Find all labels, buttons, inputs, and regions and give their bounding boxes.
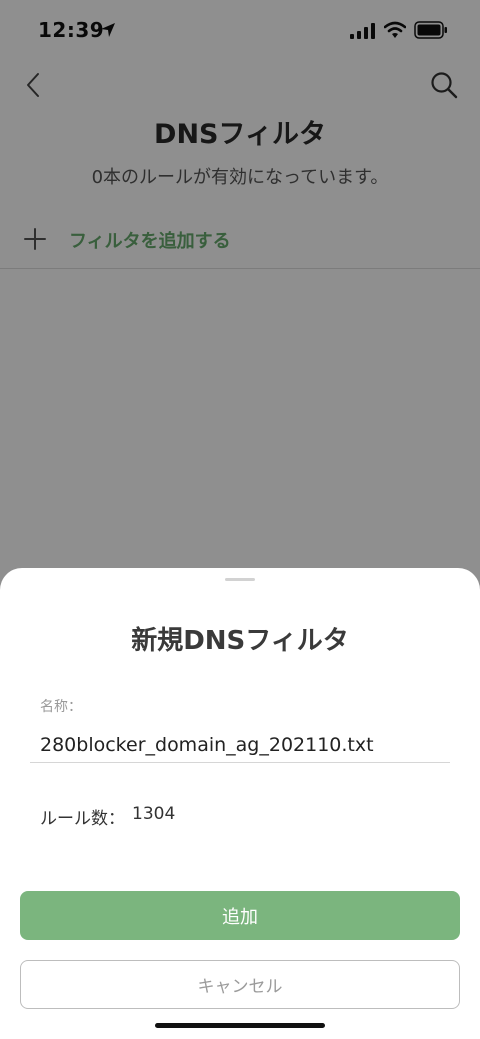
rule-count-value: 1304 bbox=[132, 804, 176, 824]
sheet-grabber[interactable] bbox=[225, 578, 255, 581]
name-field-underline bbox=[30, 762, 450, 763]
new-dns-filter-sheet: 新規DNSフィルタ 名称： 280blocker_domain_ag_20211… bbox=[0, 568, 480, 1039]
add-button[interactable]: 追加 bbox=[20, 891, 460, 940]
name-label: 名称： bbox=[40, 699, 82, 715]
rule-count-label: ルール数： bbox=[40, 809, 125, 829]
cancel-button[interactable]: キャンセル bbox=[20, 960, 460, 1009]
name-field[interactable]: 280blocker_domain_ag_202110.txt bbox=[40, 734, 374, 756]
sheet-title: 新規DNSフィルタ bbox=[131, 626, 349, 656]
home-indicator bbox=[155, 1023, 325, 1028]
